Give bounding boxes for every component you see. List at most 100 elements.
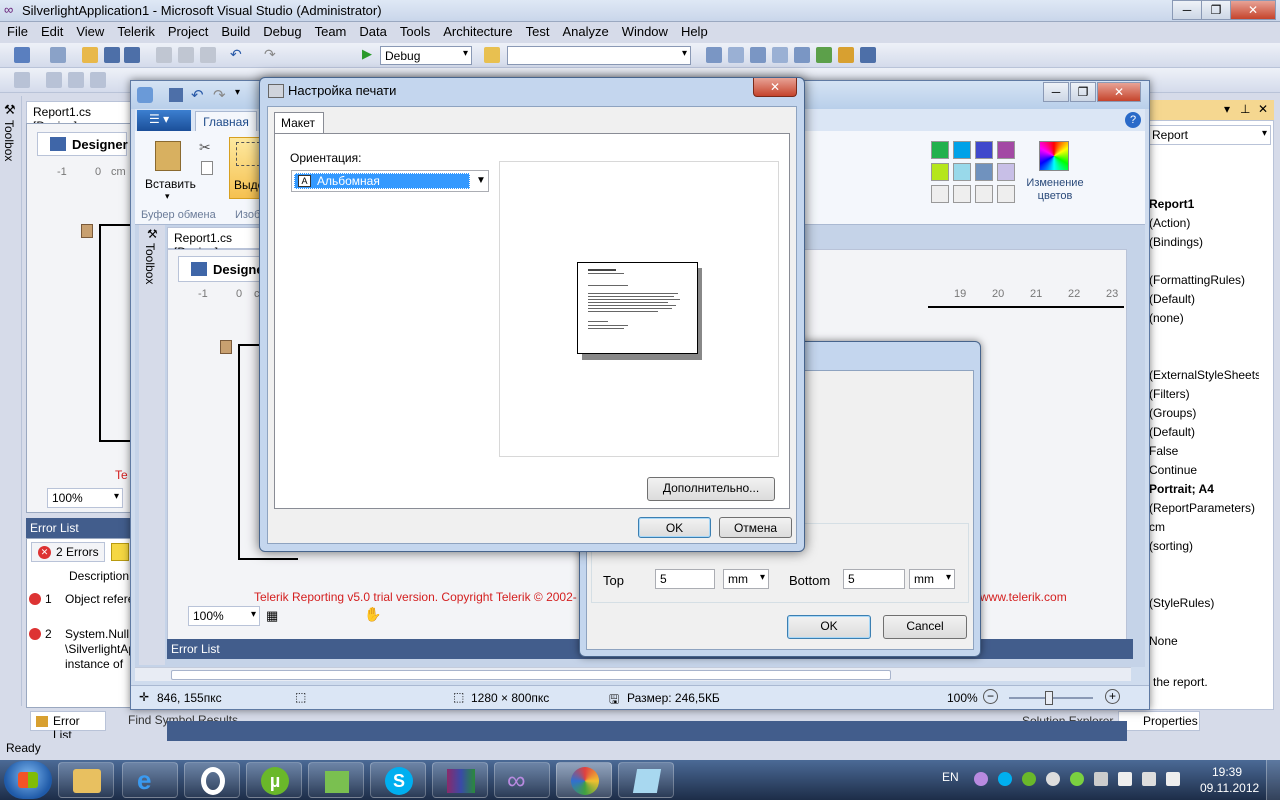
prop-row[interactable]: (Default) xyxy=(1149,423,1259,442)
bottom-margin-input[interactable]: 5 xyxy=(843,569,905,589)
errors-filter-button[interactable]: ✕ 2 Errors xyxy=(31,542,105,562)
menu-team[interactable]: Team xyxy=(308,22,353,39)
menu-help[interactable]: Help xyxy=(674,22,714,39)
solution-explorer-icon[interactable] xyxy=(706,47,722,63)
zoom-out-icon[interactable]: − xyxy=(983,689,998,704)
tray-vs-icon[interactable] xyxy=(974,772,988,786)
taskbar-taskmgr[interactable] xyxy=(308,762,364,798)
menu-project[interactable]: Project xyxy=(161,22,214,39)
column-header-description[interactable]: Description xyxy=(69,569,129,583)
clock-date[interactable]: 09.11.2012 xyxy=(1200,781,1259,795)
restore-icon[interactable]: ❐ xyxy=(1201,0,1231,20)
properties-close-icon[interactable]: ✕ xyxy=(1258,102,1268,116)
object-browser-icon[interactable] xyxy=(750,47,766,63)
prop-row[interactable]: (none) xyxy=(1149,309,1259,328)
taskbar-notepad[interactable] xyxy=(618,762,674,798)
paste-icon[interactable] xyxy=(200,47,216,63)
properties-pin-icon[interactable]: ▾ xyxy=(1224,102,1230,116)
menu-build[interactable]: Build xyxy=(214,22,256,39)
color-swatch[interactable] xyxy=(975,163,993,181)
redo-icon[interactable]: ↷ xyxy=(264,47,280,63)
prop-row[interactable]: (ReportParameters) xyxy=(1149,499,1259,518)
tray-flag-icon[interactable] xyxy=(1118,772,1132,786)
menu-window[interactable]: Window xyxy=(615,22,674,39)
start-page-icon[interactable] xyxy=(794,47,810,63)
start-debug-icon[interactable]: ▶ xyxy=(362,47,378,63)
close-icon[interactable]: ✕ xyxy=(1230,0,1276,20)
copy-icon[interactable] xyxy=(201,161,213,175)
paint-save-icon[interactable] xyxy=(169,88,183,102)
show-desktop-button[interactable] xyxy=(1266,760,1280,800)
paste-button[interactable]: Вставить ▾ xyxy=(139,137,197,201)
command-window-icon[interactable] xyxy=(860,47,876,63)
tray-volume-icon[interactable] xyxy=(1166,772,1180,786)
taskbar-skype[interactable]: S xyxy=(370,762,426,798)
open-icon[interactable] xyxy=(82,47,98,63)
start-button[interactable] xyxy=(4,761,52,799)
prop-row[interactable]: (Groups) xyxy=(1149,404,1259,423)
paint-redo-icon[interactable]: ↷ xyxy=(213,86,226,104)
zoom-slider-thumb[interactable] xyxy=(1045,691,1053,705)
menu-test[interactable]: Test xyxy=(519,22,556,39)
prop-row[interactable]: (FormattingRules) xyxy=(1149,271,1259,290)
color-swatch[interactable] xyxy=(997,141,1015,159)
properties-combo[interactable]: Report ▾ xyxy=(1147,125,1271,145)
toolbox-icon[interactable] xyxy=(772,47,788,63)
prop-row[interactable]: False xyxy=(1149,442,1259,461)
top-margin-input[interactable]: 5 xyxy=(655,569,715,589)
paint-hscrollbar[interactable] xyxy=(135,667,1131,681)
clock-time[interactable]: 19:39 xyxy=(1212,765,1242,779)
top-unit-combo[interactable]: mm ▾ xyxy=(723,569,769,589)
color-swatch[interactable] xyxy=(953,185,971,203)
prop-row[interactable]: (ExternalStyleSheets) xyxy=(1149,366,1259,385)
paint-minimize-icon[interactable]: ─ xyxy=(1043,82,1069,102)
align-center-icon[interactable] xyxy=(68,72,84,88)
menu-file[interactable]: File xyxy=(0,22,34,39)
ribbon-tab-home[interactable]: Главная xyxy=(195,111,257,131)
taskbar-paint[interactable] xyxy=(556,762,612,798)
tray-antivirus-icon[interactable] xyxy=(1046,772,1060,786)
taskbar-visualstudio[interactable]: ∞ xyxy=(494,762,550,798)
properties-autohide-icon[interactable]: ⊥ xyxy=(1240,102,1250,116)
taskbar-winrar[interactable] xyxy=(432,762,488,798)
copy-icon[interactable] xyxy=(178,47,194,63)
menu-architecture[interactable]: Architecture xyxy=(436,22,518,39)
undo-icon[interactable]: ↶ xyxy=(230,47,246,63)
paint-quick-access-dropdown-icon[interactable]: ▾ xyxy=(235,87,240,98)
class-view-icon[interactable] xyxy=(838,47,854,63)
add-item-icon[interactable] xyxy=(50,47,66,63)
color-swatch[interactable] xyxy=(975,185,993,203)
zoom-in-icon[interactable]: + xyxy=(1105,689,1120,704)
paint-restore-icon[interactable]: ❐ xyxy=(1070,82,1096,102)
menu-edit[interactable]: Edit xyxy=(34,22,69,39)
color-swatch[interactable] xyxy=(975,141,993,159)
bottom-unit-combo[interactable]: mm ▾ xyxy=(909,569,955,589)
find-combo[interactable] xyxy=(507,46,691,65)
menu-debug[interactable]: Debug xyxy=(256,22,307,39)
paint-app-menu-button[interactable]: ☰ ▾ xyxy=(137,110,191,131)
tray-skype-icon[interactable] xyxy=(998,772,1012,786)
tab-properties[interactable]: Properties xyxy=(1118,711,1200,731)
menu-data[interactable]: Data xyxy=(352,22,392,39)
menu-analyze[interactable]: Analyze xyxy=(555,22,614,39)
advanced-button[interactable]: Дополнительно... xyxy=(647,477,775,501)
menu-view[interactable]: View xyxy=(69,22,110,39)
prop-row[interactable]: Portrait; A4 xyxy=(1149,480,1259,499)
print-dialog-close-icon[interactable]: ✕ xyxy=(753,78,797,97)
doc-tab-report1[interactable]: Report1.cs [Design] xyxy=(26,101,132,133)
color-swatch[interactable] xyxy=(931,141,949,159)
prop-row[interactable]: (Bindings) xyxy=(1149,233,1259,252)
print-ok-button[interactable]: OK xyxy=(638,517,711,538)
tray-network-error-icon[interactable] xyxy=(1094,772,1108,786)
taskbar-ie[interactable]: e xyxy=(122,762,178,798)
prop-row[interactable]: (Filters) xyxy=(1149,385,1259,404)
minimize-icon[interactable]: ─ xyxy=(1172,0,1202,20)
save-icon[interactable] xyxy=(104,47,120,63)
orientation-combo[interactable]: A Альбомная ▼ xyxy=(291,170,489,192)
align-right-icon[interactable] xyxy=(90,72,106,88)
cut-icon[interactable]: ✂ xyxy=(199,139,211,156)
tray-network-icon[interactable] xyxy=(1142,772,1156,786)
color-swatch[interactable] xyxy=(931,163,949,181)
taskbar-opera[interactable] xyxy=(184,762,240,798)
paint-hscroll-thumb[interactable] xyxy=(171,670,891,680)
